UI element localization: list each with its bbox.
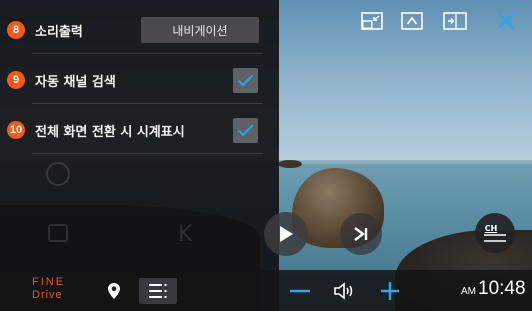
skip-next-icon xyxy=(354,227,368,241)
setting-row-clock-display: 10 전체 화면 전환 시 시계표시 xyxy=(0,106,279,154)
play-icon xyxy=(280,226,293,242)
split-view-icon[interactable] xyxy=(442,10,468,32)
volume-icon xyxy=(331,278,357,304)
sound-output-label: 소리출력 xyxy=(35,24,83,40)
clock-ampm: AM xyxy=(461,286,476,297)
clock-time: 10:48 xyxy=(478,278,526,299)
menu-button[interactable] xyxy=(139,278,177,304)
play-button[interactable] xyxy=(264,212,308,256)
divider xyxy=(32,53,263,54)
divider xyxy=(32,103,263,104)
minus-icon xyxy=(290,289,310,293)
divider xyxy=(32,153,263,154)
menu-icon xyxy=(149,284,167,298)
location-pin-icon[interactable] xyxy=(103,278,125,304)
channel-list-button[interactable]: CH xyxy=(475,213,515,253)
ch-label: CH xyxy=(484,223,498,233)
collapse-up-icon[interactable] xyxy=(399,10,425,32)
ghost-screen-icon xyxy=(48,224,68,242)
pip-icon[interactable] xyxy=(359,10,385,32)
list-lines-icon xyxy=(484,233,506,242)
bottom-bar: FINE Drive AM 10:48 xyxy=(0,270,532,311)
setting-row-auto-scan: 9 자동 채널 검색 xyxy=(0,56,279,104)
volume-up-button[interactable] xyxy=(377,278,403,304)
logo-line1: FINE xyxy=(32,276,66,288)
navigation-output-button[interactable]: 내비게이션 xyxy=(141,17,259,43)
step-badge: 9 xyxy=(7,71,25,89)
check-icon xyxy=(237,74,254,86)
check-icon xyxy=(237,124,254,136)
volume-down-button[interactable] xyxy=(287,278,313,304)
plus-icon xyxy=(381,282,399,300)
auto-scan-label: 자동 채널 검색 xyxy=(35,74,116,90)
step-badge: 10 xyxy=(7,121,25,139)
step-badge: 8 xyxy=(7,21,25,39)
next-channel-button[interactable] xyxy=(340,213,382,255)
clock-display-checkbox[interactable] xyxy=(233,117,258,143)
close-icon[interactable] xyxy=(493,10,519,32)
settings-panel: K 8 소리출력 내비게이션 9 자동 채널 검색 10 전체 화면 전환 시 … xyxy=(0,0,279,311)
logo-line2: Drive xyxy=(32,289,63,301)
auto-scan-checkbox[interactable] xyxy=(233,67,258,93)
clock: AM 10:48 xyxy=(461,278,526,300)
small-rock xyxy=(278,160,302,168)
ghost-search-icon xyxy=(46,162,70,186)
setting-row-sound-output: 8 소리출력 내비게이션 xyxy=(0,6,279,54)
ghost-prev-icon: K xyxy=(178,222,193,247)
clock-display-label: 전체 화면 전환 시 시계표시 xyxy=(35,124,185,140)
fine-drive-logo: FINE Drive xyxy=(32,276,74,302)
